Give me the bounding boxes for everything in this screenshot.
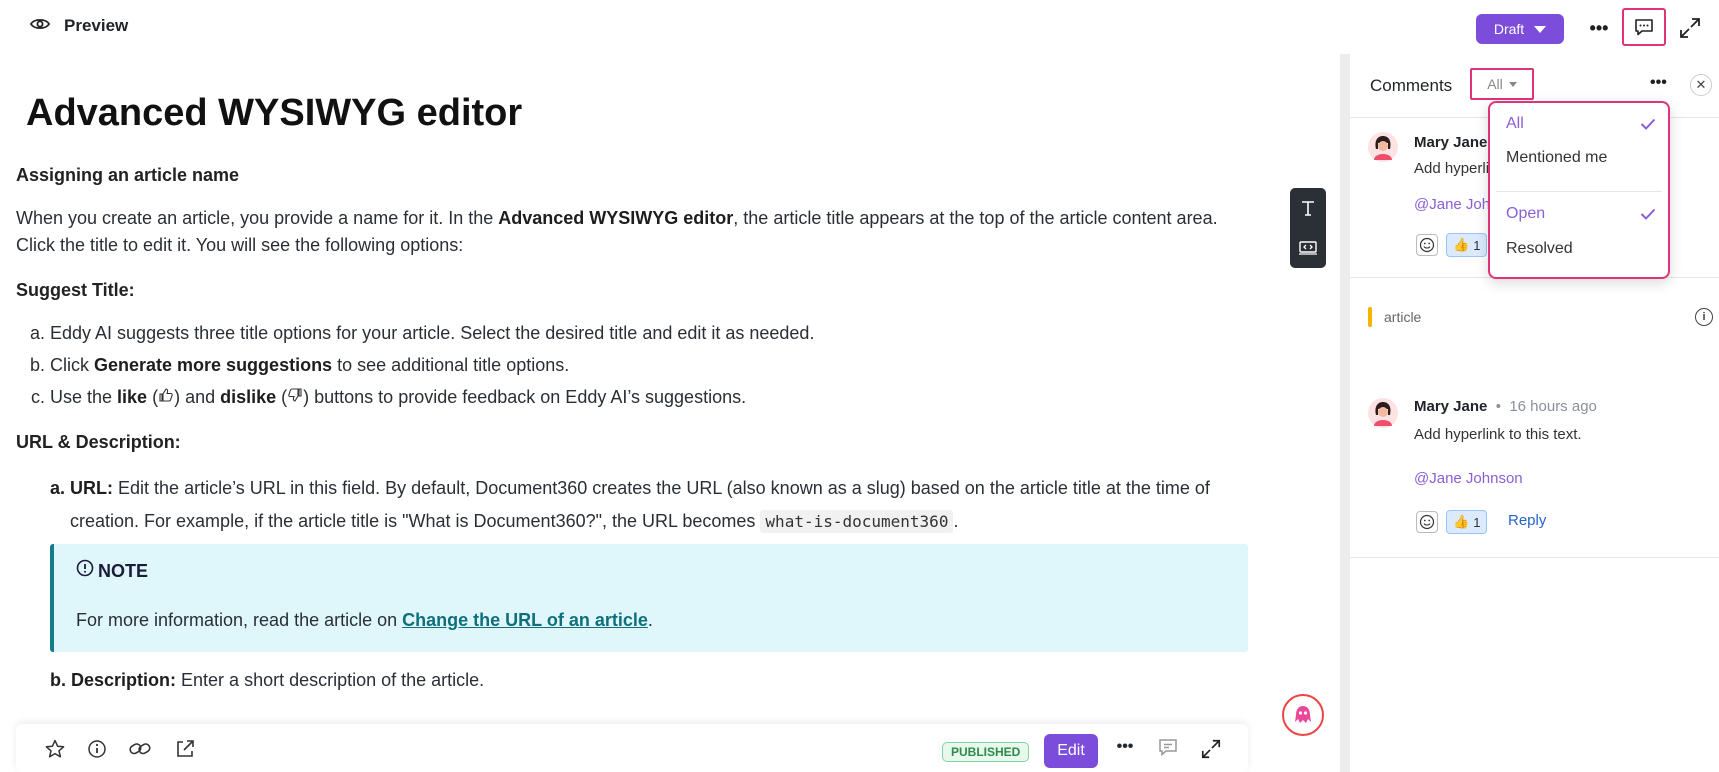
url-description-heading: URL & Description: <box>16 432 181 452</box>
comment-text: Add hyperlink to this text. <box>1414 426 1582 443</box>
note-text: For more information, read the article o… <box>76 610 653 630</box>
list-item: b. Description: Enter a short descriptio… <box>50 670 485 690</box>
external-link-icon[interactable] <box>174 738 196 760</box>
url-description-list: a. URL: Edit the article’s URL in this f… <box>16 472 1256 538</box>
description-list: b. Description: Enter a short descriptio… <box>16 664 1256 697</box>
chatbot-icon[interactable] <box>1282 694 1324 736</box>
comment-icon <box>1635 19 1653 36</box>
list-item: a. URL: Edit the article’s URL in this f… <box>50 478 1210 533</box>
comment-thread: Mary Jane • 16 hours ago Add hyperlink t… <box>1350 278 1719 558</box>
comments-toggle-button[interactable] <box>1622 8 1666 46</box>
note-label: NOTE <box>98 561 149 581</box>
avatar <box>1368 132 1398 162</box>
suggest-title-list: Eddy AI suggests three title options for… <box>16 320 1256 411</box>
reply-button[interactable]: Reply <box>1508 512 1546 529</box>
filter-value: All <box>1487 76 1503 92</box>
more-options-icon[interactable]: ••• <box>1650 74 1667 92</box>
expand-icon[interactable] <box>1678 16 1702 40</box>
top-bar: Preview Draft ••• <box>0 0 1719 54</box>
comments-title: Comments <box>1370 76 1453 95</box>
section-heading: Assigning an article name <box>16 165 240 185</box>
comment-icon[interactable] <box>1158 738 1180 760</box>
comment-time: 16 hours ago <box>1509 398 1597 415</box>
menu-divider <box>1496 191 1662 192</box>
alert-circle-icon <box>76 558 94 585</box>
list-item: Eddy AI suggests three title options for… <box>50 320 1256 347</box>
link-icon[interactable] <box>128 738 151 760</box>
edit-button[interactable]: Edit <box>1044 734 1098 768</box>
embed-code-icon[interactable] <box>1290 228 1326 268</box>
preview-label: Preview <box>64 16 129 35</box>
filter-option-resolved[interactable]: Resolved <box>1506 240 1656 258</box>
star-icon[interactable] <box>44 738 66 760</box>
status-button-label: Draft <box>1493 21 1525 37</box>
add-reaction-icon[interactable] <box>1416 511 1438 533</box>
status-dropdown-button[interactable]: Draft <box>1476 14 1564 44</box>
suggest-title-heading: Suggest Title: <box>16 280 135 300</box>
avatar <box>1368 398 1398 428</box>
thumbs-up-icon: 👍 <box>1453 237 1470 252</box>
article-title: Advanced WYSIWYG editor <box>26 92 523 134</box>
check-icon <box>1640 118 1656 130</box>
preview-label-group: Preview <box>29 16 129 36</box>
eye-icon <box>29 16 51 36</box>
change-url-link[interactable]: Change the URL of an article <box>402 610 648 630</box>
more-options-icon[interactable]: ••• <box>1588 18 1610 38</box>
expand-icon[interactable] <box>1200 738 1222 760</box>
list-item: Use the like () and dislike () buttons t… <box>50 384 1256 411</box>
note-header: NOTE <box>76 558 1226 585</box>
editor-side-toolbar <box>1290 188 1326 268</box>
comment-author: Mary Jane <box>1414 134 1488 151</box>
panel-splitter[interactable] <box>1340 54 1350 772</box>
check-icon <box>1640 208 1656 220</box>
thumbs-down-icon <box>287 387 303 407</box>
filter-option-all[interactable]: All <box>1506 115 1656 133</box>
thumbs-up-icon: 👍 <box>1453 514 1470 529</box>
note-callout: NOTE For more information, read the arti… <box>50 544 1248 652</box>
inline-code: what-is-document360 <box>760 510 954 533</box>
article-preview: Advanced WYSIWYG editor Assigning an art… <box>0 54 1340 772</box>
comment-filter-dropdown[interactable]: All <box>1470 68 1534 100</box>
chevron-down-icon <box>1534 25 1547 33</box>
add-reaction-icon[interactable] <box>1416 234 1438 256</box>
like-reaction[interactable]: 👍 1 <box>1446 510 1488 534</box>
text-format-icon[interactable] <box>1290 188 1326 228</box>
info-icon[interactable] <box>86 738 108 760</box>
like-reaction[interactable]: 👍 1 <box>1446 233 1488 257</box>
intro-paragraph: When you create an article, you provide … <box>16 208 1218 255</box>
close-icon[interactable]: ✕ <box>1690 74 1712 96</box>
list-item: Click Generate more suggestions to see a… <box>50 352 1256 379</box>
filter-option-open[interactable]: Open <box>1506 205 1656 223</box>
thumbs-up-icon <box>158 387 174 407</box>
status-badge: PUBLISHED <box>942 742 1030 762</box>
comment-author: Mary Jane • 16 hours ago <box>1414 398 1597 415</box>
article-footer-bar: PUBLISHED Edit ••• <box>16 724 1248 772</box>
comment-filter-menu: All Mentioned me Open Resolved <box>1488 101 1670 279</box>
mention-link[interactable]: @Jane Johnson <box>1414 470 1523 487</box>
filter-option-mentioned-me[interactable]: Mentioned me <box>1506 149 1656 167</box>
article-body: Assigning an article name When you creat… <box>16 162 1256 697</box>
more-options-icon[interactable]: ••• <box>1114 738 1136 760</box>
chevron-down-icon <box>1508 81 1517 87</box>
